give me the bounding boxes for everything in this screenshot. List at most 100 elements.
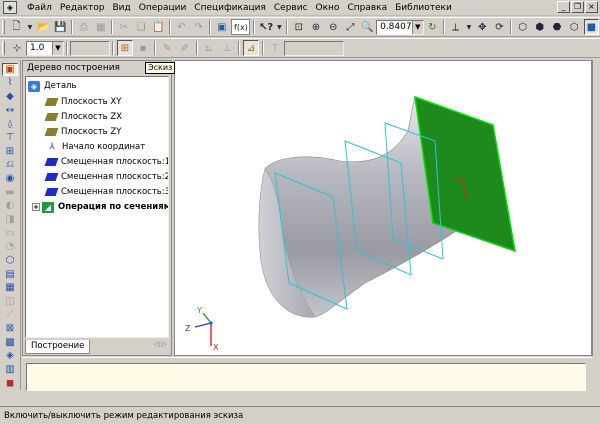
zoom-icon[interactable]: 🔍 — [360, 19, 375, 35]
tree-item-origin[interactable]: ⅄ Начало координат — [46, 140, 145, 154]
parametrization-icon[interactable]: ⊤ — [2, 131, 18, 144]
menu-editor[interactable]: Редактор — [56, 0, 109, 16]
menu-view[interactable]: Вид — [108, 0, 134, 16]
dimensions-icon[interactable]: ↔ — [2, 104, 18, 117]
dropdown-arrow-icon[interactable]: ▼ — [26, 19, 34, 35]
dimension-icon[interactable]: ⊥ — [219, 40, 235, 56]
tab-build[interactable]: Построение — [25, 339, 91, 354]
new-document-icon[interactable]: 🗋 — [9, 19, 24, 35]
zoom-all-icon[interactable]: ⤢ — [343, 19, 358, 35]
zoom-out-icon[interactable]: ⊖ — [326, 19, 341, 35]
3d-viewport[interactable]: X Y Z — [174, 60, 592, 356]
tree-item-root[interactable]: ◈ Деталь — [28, 79, 76, 93]
extrude-icon[interactable]: ▬ — [2, 186, 18, 199]
tree-item-loft-operation[interactable]: + ◢ Операция по сечениям:1 — [32, 200, 168, 214]
zoom-scale-combo[interactable]: 0.8407 ▼ — [376, 19, 424, 35]
toolbar-grip[interactable] — [2, 20, 5, 34]
dropdown-arrow-icon[interactable]: ▼ — [276, 19, 284, 35]
zoom-scale-value: 0.8407 — [380, 22, 412, 32]
curves-icon[interactable]: ⌇ — [2, 77, 18, 90]
surfaces-icon[interactable]: ▤ — [2, 268, 18, 281]
measure-icon[interactable]: ⊞ — [2, 145, 18, 158]
zoom-window-icon[interactable]: ⊡ — [291, 19, 306, 35]
tree-item-offset-plane-1[interactable]: Смещенная плоскость:1 — [44, 155, 168, 169]
menu-operations[interactable]: Операции — [135, 0, 191, 16]
tab-scroll-arrows-icon[interactable]: ◁ ▷ — [154, 340, 167, 348]
rotate-icon[interactable]: ⟳ — [492, 19, 507, 35]
diagnostics-icon[interactable]: ⊠ — [2, 322, 18, 335]
expand-icon[interactable]: + — [32, 203, 40, 211]
tree-item-plane-xy[interactable]: Плоскость XY — [44, 95, 121, 109]
view-icon[interactable]: ◼ — [2, 377, 18, 390]
refresh-icon[interactable]: ↻ — [425, 19, 440, 35]
snap-step-icon[interactable]: ⊹ — [9, 40, 25, 56]
sketch-mode-icon[interactable]: ⊞ — [117, 40, 133, 56]
help-pointer-icon[interactable]: ↖? — [258, 19, 273, 35]
tree-item-plane-zy[interactable]: Плоскость ZY — [44, 125, 121, 139]
properties-area[interactable] — [26, 363, 586, 391]
arrays-icon[interactable]: ▦ — [2, 281, 18, 294]
minimize-icon[interactable]: _ — [557, 1, 570, 13]
preview-icon[interactable]: ▦ — [93, 19, 108, 35]
hidden-lines-icon[interactable]: ⬢ — [532, 19, 547, 35]
zoom-in-icon[interactable]: ⊕ — [308, 19, 323, 35]
edit-icon[interactable]: ✎ — [159, 40, 175, 56]
no-hidden-lines-icon[interactable]: ⬡ — [567, 19, 582, 35]
designations-icon[interactable]: ⍙ — [2, 117, 18, 130]
spec-icon[interactable]: ◈ — [2, 350, 18, 363]
menu-service[interactable]: Сервис — [270, 0, 312, 16]
orientation-icon[interactable]: ⟂ — [448, 19, 463, 35]
manager-icon[interactable]: ▣ — [214, 19, 229, 35]
tree-item-offset-plane-2[interactable]: Смещенная плоскость:2 — [44, 170, 168, 184]
tree-item-plane-zx[interactable]: Плоскость ZX — [44, 110, 122, 124]
menu-libraries[interactable]: Библиотеки — [391, 0, 456, 16]
thin-lines-icon[interactable]: ⬣ — [549, 19, 564, 35]
geometry-icon[interactable]: ◆ — [2, 90, 18, 103]
fillet-icon[interactable]: ◔ — [2, 240, 18, 253]
wireframe-icon[interactable]: ⬡ — [515, 19, 530, 35]
shell-icon[interactable]: ◫ — [2, 295, 18, 308]
part-icon: ◈ — [28, 80, 40, 92]
rib-icon[interactable]: ⟋ — [2, 309, 18, 322]
restore-icon[interactable]: ❐ — [571, 1, 584, 13]
menu-specification[interactable]: Спецификация — [190, 0, 270, 16]
revolve-icon[interactable]: ◐ — [2, 199, 18, 212]
close-icon[interactable]: × — [585, 1, 598, 13]
undo-icon[interactable]: ↶ — [174, 19, 189, 35]
auxiliary-geometry-icon[interactable]: ⬡ — [2, 254, 18, 267]
paste-icon[interactable]: 📋 — [151, 19, 166, 35]
copy-icon[interactable]: ❏ — [134, 19, 149, 35]
save-icon[interactable]: 💾 — [53, 19, 68, 35]
sweep-icon[interactable]: ▭ — [2, 227, 18, 240]
step-combo[interactable]: 1.0 ▼ — [26, 40, 64, 56]
menu-window[interactable]: Окно — [312, 0, 344, 16]
chevron-down-icon[interactable]: ▼ — [411, 20, 423, 34]
toolbar-grip[interactable] — [2, 41, 5, 55]
select-icon[interactable]: ⎌ — [2, 158, 18, 171]
redo-icon[interactable]: ↷ — [191, 19, 206, 35]
parametric-icon[interactable]: ⊤ — [267, 40, 283, 56]
chevron-down-icon[interactable]: ▼ — [52, 41, 63, 55]
loft-icon[interactable]: ◨ — [2, 213, 18, 226]
compact-toolbar: ▣ ⌇ ◆ ↔ ⍙ ⊤ ⊞ ⎌ ◉ ▬ ◐ ◨ ▭ ◔ ⬡ ▤ ▦ ◫ ⟋ ⊠ … — [0, 60, 21, 390]
print-icon[interactable]: ⎙ — [76, 19, 91, 35]
constraint-icon[interactable]: ⊿ — [243, 40, 259, 56]
library-icon[interactable]: ◉ — [2, 172, 18, 185]
sketch-icon[interactable]: ▣ — [2, 62, 18, 76]
fx-button[interactable]: f(x) — [231, 19, 251, 35]
measure-icon[interactable]: ⊾ — [201, 40, 217, 56]
dropdown-arrow-icon[interactable]: ▼ — [465, 19, 473, 35]
cut-icon[interactable]: ✂ — [116, 19, 131, 35]
open-folder-icon[interactable]: 📂 — [36, 19, 51, 35]
sheet-metal-icon[interactable]: ▩ — [2, 336, 18, 349]
report-icon[interactable]: ▥ — [2, 363, 18, 376]
operation-icon[interactable]: ▪ — [135, 40, 151, 56]
tree-item-label: Начало координат — [62, 142, 146, 152]
menu-file[interactable]: Файл — [23, 0, 56, 16]
pan-icon[interactable]: ✥ — [475, 19, 490, 35]
offset-plane-icon — [44, 173, 59, 181]
shaded-icon[interactable]: ■ — [583, 19, 599, 35]
menu-help[interactable]: Справка — [343, 0, 391, 16]
edit-alt-icon[interactable]: ✐ — [177, 40, 193, 56]
tree-item-offset-plane-3[interactable]: Смещенная плоскость:3 — [44, 185, 168, 199]
